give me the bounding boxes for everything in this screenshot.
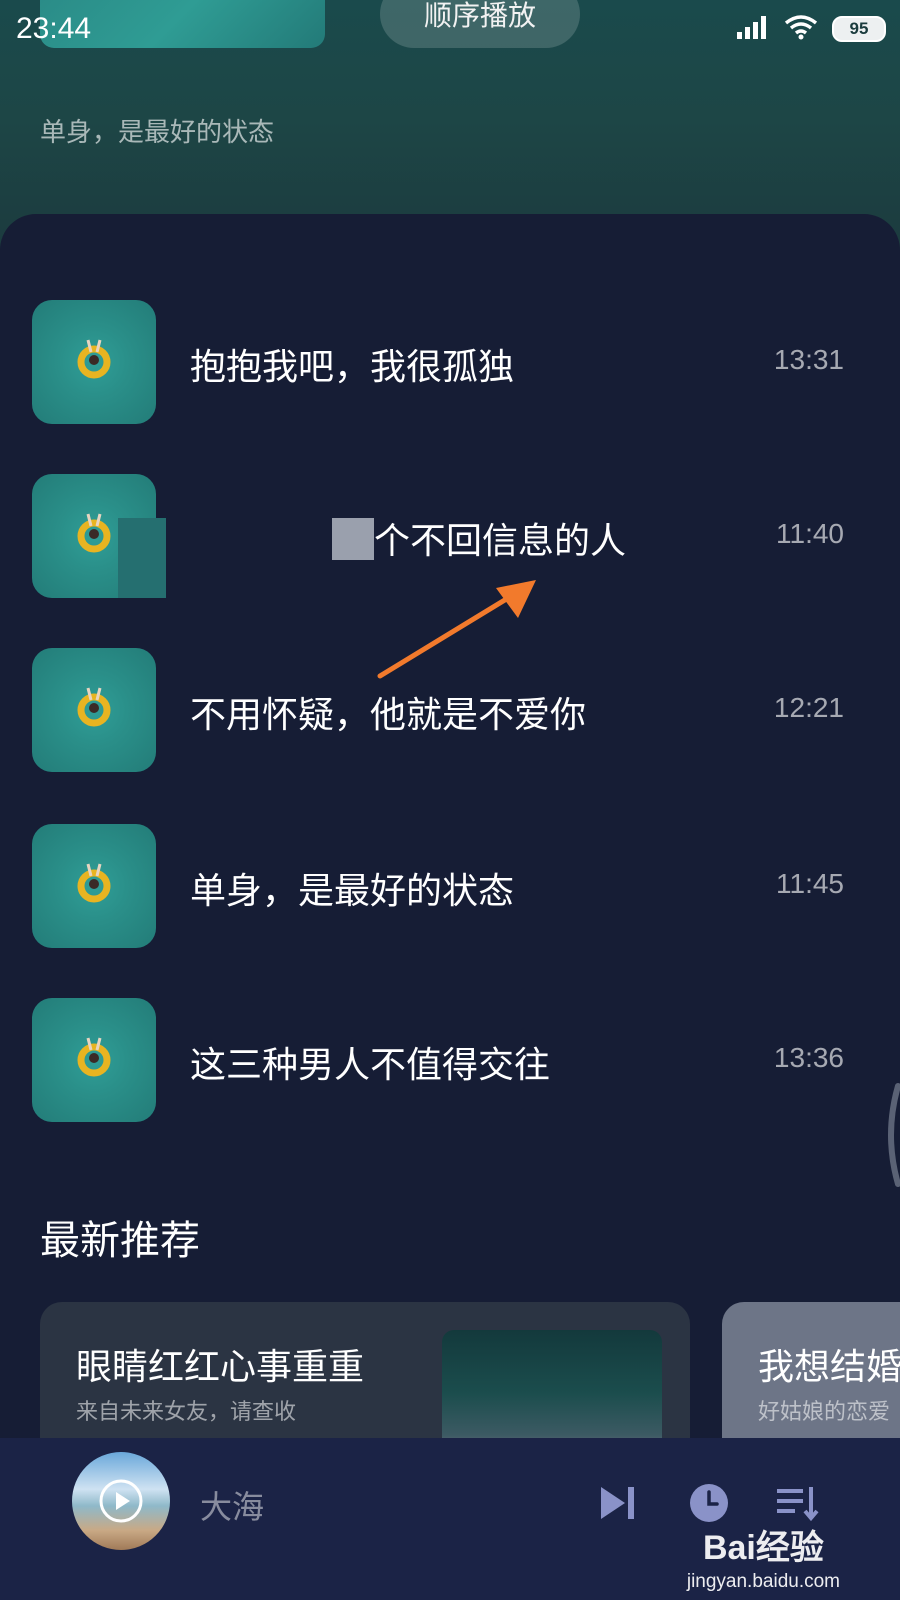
recommend-card-subtitle: 好姑娘的恋爱 — [758, 1400, 891, 1425]
next-track-icon — [601, 1487, 634, 1519]
track-cover — [32, 648, 156, 772]
player-cover[interactable] — [72, 1452, 170, 1550]
track-row[interactable]: 抱抱我吧，我很孤独 13:31 — [0, 300, 900, 424]
track-row[interactable]: 这三种男人不值得交往 13:36 — [0, 998, 900, 1122]
header-subtitle: 单身，是最好的状态 — [40, 118, 275, 148]
track-title: 单身，是最好的状态 — [190, 871, 515, 912]
track-title: 这三种男人不值得交往 — [190, 1045, 551, 1086]
play-mode-button[interactable]: 顺序播放 — [380, 0, 580, 48]
timer-icon — [690, 1484, 728, 1522]
watermark-url: jingyan.baidu.com — [686, 1571, 840, 1592]
track-time: 11:40 — [776, 518, 844, 549]
status-time: 23:44 — [16, 12, 92, 45]
signal-icon — [736, 14, 770, 44]
watermark: Bai经验 jingyan.baidu.com — [687, 1520, 840, 1593]
redaction-block — [332, 518, 374, 560]
recommend-card-title: 我想结婚 — [758, 1347, 900, 1388]
recommend-card-subtitle: 来自未来女友，请查收 — [76, 1400, 297, 1425]
track-time: 12:21 — [773, 692, 844, 723]
next-track-button[interactable] — [592, 1478, 642, 1528]
wifi-icon — [784, 14, 818, 44]
play-icon[interactable] — [98, 1478, 144, 1524]
track-cover — [32, 300, 156, 424]
play-mode-label: 顺序播放 — [423, 0, 536, 32]
section-title-recommend: 最新推荐 — [40, 1218, 200, 1264]
annotation-arrow-icon — [377, 580, 536, 679]
battery-icon: 95 — [832, 16, 886, 42]
track-row[interactable]: 单身，是最好的状态 11:45 — [0, 824, 900, 948]
recommend-card-title: 眼睛红红心事重重 — [76, 1347, 365, 1388]
track-time: 13:31 — [773, 344, 844, 375]
status-icons: 95 — [736, 14, 886, 44]
side-drawer-handle[interactable] — [880, 1080, 900, 1190]
watermark-brand: Bai经验 — [702, 1529, 824, 1567]
track-title: 个不回信息的人 — [374, 521, 627, 562]
playlist-icon — [777, 1487, 819, 1522]
redaction-block — [118, 518, 166, 598]
track-time: 11:45 — [776, 868, 844, 899]
track-time: 13:36 — [773, 1042, 844, 1073]
track-title: 不用怀疑，他就是不爱你 — [190, 695, 587, 736]
player-track-name: 大海 — [200, 1488, 265, 1526]
track-cover — [32, 998, 156, 1122]
track-title: 抱抱我吧，我很孤独 — [190, 347, 515, 388]
track-cover — [32, 824, 156, 948]
